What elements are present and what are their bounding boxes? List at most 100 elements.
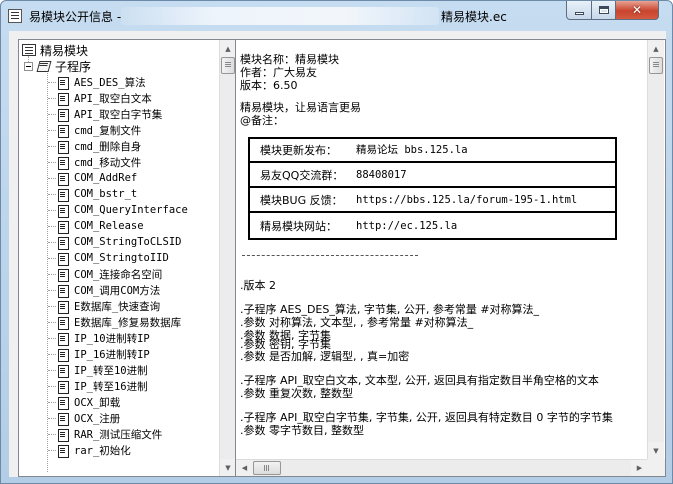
tree-item[interactable]: IP_10进制转IP bbox=[57, 330, 150, 346]
tree-item-label: API_取空白文本 bbox=[74, 92, 152, 105]
code-line: .参数 是否加解, 逻辑型, , 真=加密 bbox=[240, 350, 410, 363]
tree-item-label: cmd_移动文件 bbox=[74, 156, 142, 169]
subroutine-icon bbox=[57, 76, 71, 90]
tree-item[interactable]: COM_StringtoIID bbox=[57, 250, 169, 266]
title-bar[interactable]: 易模块公开信息 - 精易模块.ec ✕ bbox=[1, 1, 672, 31]
tree-line bbox=[48, 306, 56, 307]
code-line: .参数 对称算法, 文本型, , 参考常量 #对称算法_ bbox=[240, 316, 474, 329]
tree-item[interactable]: cmd_移动文件 bbox=[57, 154, 141, 170]
tree-line bbox=[48, 290, 56, 291]
subroutine-icon bbox=[57, 412, 71, 426]
tree-item[interactable]: COM_StringToCLSID bbox=[57, 234, 181, 250]
collapse-icon[interactable] bbox=[24, 61, 33, 71]
tree-item-label: E数据库_修复易数据库 bbox=[74, 316, 182, 329]
tree-item-label: API_取空白字节集 bbox=[74, 108, 163, 121]
tree-item-label: cmd_复制文件 bbox=[74, 124, 142, 137]
scroll-up-arrow-icon[interactable]: ▲ bbox=[220, 40, 235, 57]
module-info-panel[interactable]: 模块名称：精易模块 作者：广大易友 版本：6.50 精易模块，让易语言更易 @备… bbox=[235, 39, 666, 477]
tree-line bbox=[48, 434, 56, 435]
tree-line bbox=[48, 210, 56, 211]
app-window: 易模块公开信息 - 精易模块.ec ✕ 精易模块 子程序 AES_DES_算法 … bbox=[0, 0, 673, 484]
remark-line: @备注： bbox=[240, 114, 284, 127]
tree-item-label: COM_Release bbox=[74, 220, 144, 232]
tree-item[interactable]: E数据库_快速查询 bbox=[57, 298, 160, 314]
app-icon bbox=[8, 9, 22, 23]
tree-item[interactable]: RAR_测试压缩文件 bbox=[57, 426, 162, 442]
tree-item[interactable]: COM_调用COM方法 bbox=[57, 282, 160, 298]
scroll-right-arrow-icon[interactable]: ▶ bbox=[631, 460, 648, 476]
separator bbox=[242, 255, 418, 256]
subroutine-icon bbox=[57, 204, 71, 218]
subroutine-icon bbox=[57, 124, 71, 138]
author-line: 作者：广大易友 bbox=[240, 66, 317, 79]
close-button[interactable]: ✕ bbox=[615, 1, 659, 20]
subroutine-icon bbox=[57, 284, 71, 298]
tree-line bbox=[48, 146, 56, 147]
scroll-thumb[interactable] bbox=[221, 57, 235, 74]
module-tree[interactable]: 精易模块 子程序 AES_DES_算法 API_取空白文本 API_取空白字节集cm… bbox=[18, 39, 236, 477]
tree-item[interactable]: rar_初始化 bbox=[57, 442, 131, 458]
scroll-thumb[interactable] bbox=[253, 461, 281, 475]
book-icon bbox=[37, 60, 51, 72]
tree-item[interactable]: COM_连接命名空间 bbox=[57, 266, 162, 282]
scroll-thumb[interactable] bbox=[649, 57, 663, 74]
tree-item-label: COM_bstr_t bbox=[74, 188, 138, 200]
tree-line bbox=[47, 68, 48, 472]
minimize-button[interactable] bbox=[566, 1, 592, 20]
tree-item[interactable]: COM_AddRef bbox=[57, 170, 137, 186]
subroutine-icon bbox=[57, 444, 71, 458]
tree-item-label: COM_StringToCLSID bbox=[74, 236, 182, 248]
tree-item[interactable]: cmd_复制文件 bbox=[57, 122, 141, 138]
tree-item-label: OCX_卸载 bbox=[74, 396, 121, 409]
subroutine-icon bbox=[57, 348, 71, 362]
tree-item-label: IP_16进制转IP bbox=[74, 348, 150, 361]
info-row-bug: 模块BUG 反馈： https://bbs.125.la/forum-195-1… bbox=[250, 189, 615, 213]
tree-root[interactable]: 精易模块 bbox=[22, 42, 88, 58]
tree-item[interactable]: AES_DES_算法 bbox=[57, 74, 146, 90]
tree-item[interactable]: E数据库_修复易数据库 bbox=[57, 314, 181, 330]
tree-item[interactable]: API_取空白字节集 bbox=[57, 106, 162, 122]
module-name-line: 模块名称：精易模块 bbox=[240, 53, 339, 66]
scroll-down-arrow-icon[interactable]: ▼ bbox=[220, 459, 235, 476]
info-row-qq: 易友QQ交流群： 88408017 bbox=[250, 164, 615, 188]
info-vertical-scrollbar[interactable]: ▲ ▼ bbox=[647, 40, 664, 459]
version-line: 版本：6.50 bbox=[240, 79, 298, 92]
tree-content: 精易模块 子程序 AES_DES_算法 API_取空白文本 API_取空白字节集cm… bbox=[19, 40, 219, 476]
tree-item-label: IP_转至16进制 bbox=[74, 380, 148, 393]
tree-item[interactable]: COM_Release bbox=[57, 218, 144, 234]
tree-line bbox=[48, 82, 56, 83]
module-icon bbox=[22, 44, 36, 56]
info-horizontal-scrollbar[interactable]: ◀ ▶ bbox=[236, 459, 648, 476]
tree-item-label: AES_DES_算法 bbox=[74, 76, 146, 89]
tree-line bbox=[48, 178, 56, 179]
scroll-down-arrow-icon[interactable]: ▼ bbox=[648, 442, 664, 459]
tree-line bbox=[48, 354, 56, 355]
info-table: 模块更新发布： 精易论坛 bbs.125.la 易友QQ交流群： 8840801… bbox=[248, 137, 617, 240]
subroutine-icon bbox=[57, 300, 71, 314]
tree-item[interactable]: COM_QueryInterface bbox=[57, 202, 188, 218]
tree-item[interactable]: IP_16进制转IP bbox=[57, 346, 150, 362]
tree-line bbox=[48, 386, 56, 387]
code-line: .子程序 AES_DES_算法, 字节集, 公开, 参考常量 #对称算法_ bbox=[240, 303, 540, 316]
code-line: .参数 重复次数, 整数型 bbox=[240, 387, 353, 400]
maximize-button[interactable] bbox=[591, 1, 616, 20]
tree-item[interactable]: OCX_注册 bbox=[57, 410, 120, 426]
scroll-up-arrow-icon[interactable]: ▲ bbox=[648, 40, 664, 57]
scroll-left-arrow-icon[interactable]: ◀ bbox=[236, 460, 253, 476]
tree-item-label: RAR_测试压缩文件 bbox=[74, 428, 163, 441]
tree-item[interactable]: API_取空白文本 bbox=[57, 90, 152, 106]
tree-item[interactable]: IP_转至10进制 bbox=[57, 362, 148, 378]
tree-item[interactable]: OCX_卸载 bbox=[57, 394, 120, 410]
description-line: 精易模块，让易语言更易 bbox=[240, 101, 361, 114]
minimize-icon bbox=[574, 11, 584, 15]
tree-item[interactable]: cmd_删除自身 bbox=[57, 138, 141, 154]
tree-line bbox=[48, 242, 56, 243]
tree-item[interactable]: IP_转至16进制 bbox=[57, 378, 148, 394]
tree-line bbox=[48, 338, 56, 339]
tree-line bbox=[48, 274, 56, 275]
tree-category[interactable]: 子程序 bbox=[24, 58, 91, 74]
tree-item[interactable]: COM_bstr_t bbox=[57, 186, 137, 202]
subroutine-icon bbox=[57, 428, 71, 442]
tree-category-label: 子程序 bbox=[55, 59, 92, 74]
tree-vertical-scrollbar[interactable]: ▲ ▼ bbox=[219, 40, 235, 476]
